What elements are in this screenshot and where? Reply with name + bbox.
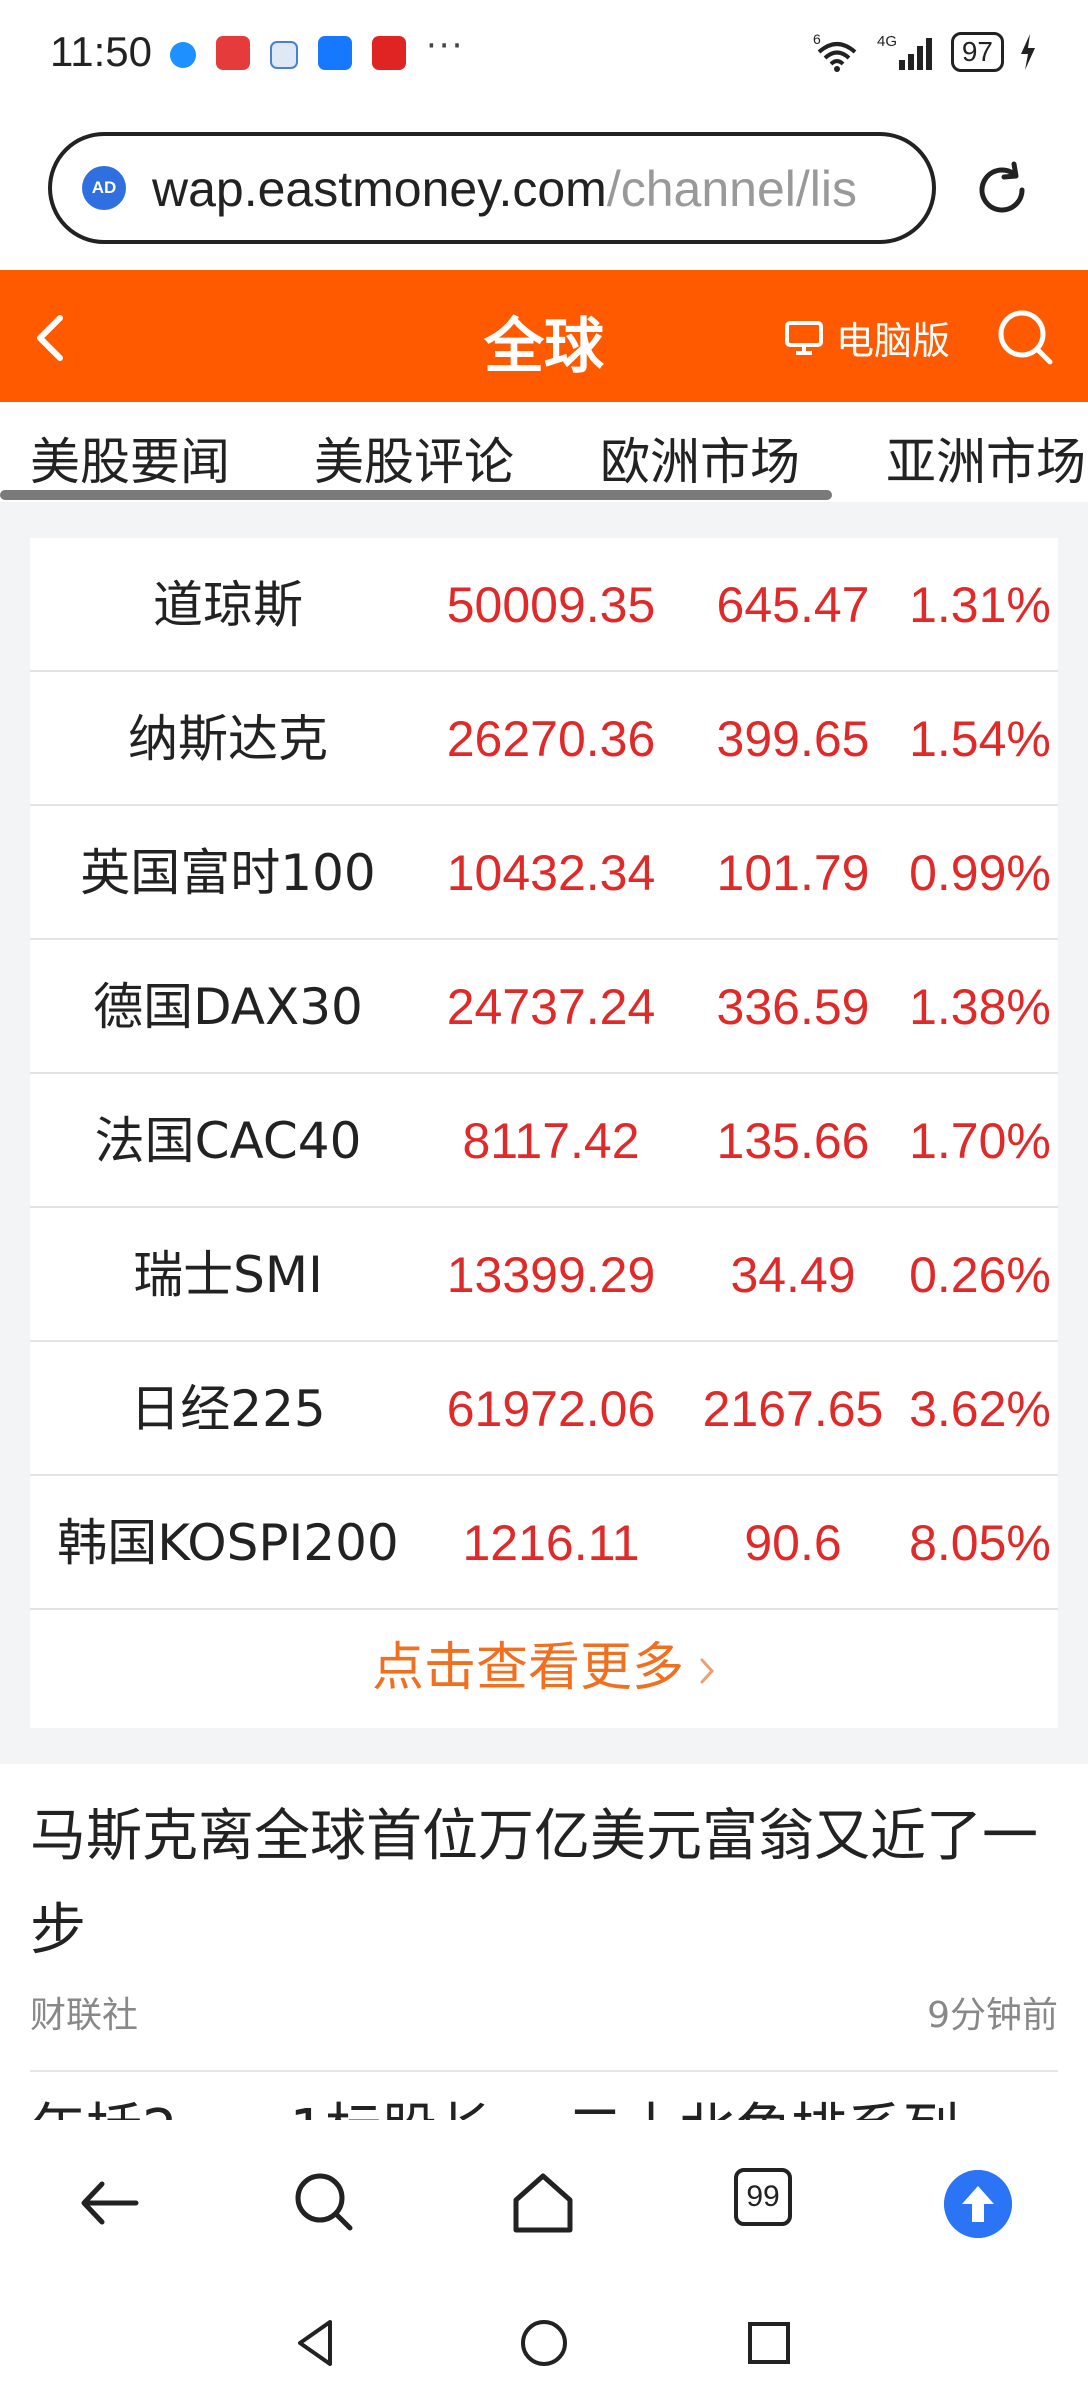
refresh-icon[interactable] (970, 158, 1034, 222)
index-price: 1216.11 (462, 1515, 640, 1571)
app-header: 全球 电脑版 (0, 270, 1088, 402)
global-index-table: 道琼斯 50009.35 645.47 1.31% 纳斯达克 26270.36 … (30, 538, 1058, 1728)
pc-version-label: 电脑版 (836, 319, 951, 363)
index-row[interactable]: 日经225 61972.06 2167.65 3.62% (30, 1342, 1058, 1476)
news-time: 9分钟前 (927, 1995, 1058, 2036)
search-icon[interactable] (290, 2168, 360, 2238)
index-name: 法国CAC40 (94, 1112, 362, 1170)
tab-us-news[interactable]: 美股要闻 (30, 422, 230, 494)
index-change-percent: 8.05% (909, 1515, 1051, 1571)
news-title[interactable]: 马斯克离全球首位万亿美元富翁又近了一步 (30, 1790, 1058, 1978)
cellular-signal-icon: 4G (877, 33, 932, 70)
index-price: 24737.24 (446, 979, 656, 1035)
tab-asia-market[interactable]: 亚洲市场 (886, 422, 1086, 494)
system-navigation-bar (0, 2290, 1088, 2400)
index-price: 26270.36 (446, 711, 656, 767)
wifi-icon: 6 (813, 32, 857, 72)
index-row[interactable]: 道琼斯 50009.35 645.47 1.31% (30, 538, 1058, 672)
index-row[interactable]: 韩国KOSPI200 1216.11 90.6 8.05% (30, 1476, 1058, 1610)
index-change-percent: 1.31% (909, 577, 1051, 633)
news-item[interactable]: 马斯克离全球首位万亿美元富翁又近了一步 财联社 9分钟前 (30, 1790, 1058, 2036)
index-change-percent: 0.26% (909, 1247, 1051, 1303)
index-change: 336.59 (716, 979, 870, 1035)
nav-back-icon[interactable] (290, 2316, 344, 2370)
notification-icons: ··· (170, 26, 464, 70)
battery-indicator: 97 (950, 32, 1004, 72)
view-more-label: 点击查看更多 (371, 1638, 684, 1698)
news-item-partial[interactable]: 年括2……1标股长 一二十北角排系列 (30, 2098, 959, 2120)
monitor-icon (785, 320, 823, 355)
chevron-right-icon (700, 1658, 715, 1684)
index-name: 日经225 (130, 1380, 326, 1438)
alipay-notification-icon (318, 36, 352, 70)
app-notification-icon (170, 42, 196, 68)
index-row[interactable]: 纳斯达克 26270.36 399.65 1.54% (30, 672, 1058, 806)
index-name: 瑞士SMI (133, 1246, 323, 1304)
app-notification-icon (372, 36, 406, 70)
index-change-percent: 0.99% (909, 845, 1051, 901)
index-change: 399.65 (716, 711, 870, 767)
nav-recents-icon[interactable] (742, 2316, 796, 2370)
index-name: 道琼斯 (153, 576, 303, 634)
pc-version-link[interactable]: 电脑版 (784, 310, 950, 365)
tab-europe-market[interactable]: 欧洲市场 (600, 422, 800, 494)
calendar-notification-icon (270, 40, 298, 69)
index-change: 2167.65 (702, 1381, 884, 1437)
network-label: 4G (877, 33, 897, 50)
charging-icon (1021, 34, 1035, 70)
more-notifications-icon: ··· (426, 26, 465, 66)
index-price: 50009.35 (446, 577, 656, 633)
index-name: 韩国KOSPI200 (57, 1514, 399, 1572)
nav-home-icon[interactable] (517, 2316, 571, 2370)
home-icon[interactable] (508, 2168, 578, 2238)
url-path: /channel/lis (606, 161, 857, 217)
url-bar[interactable]: AD wap.eastmoney.com/channel/lis (48, 132, 936, 244)
view-more-link[interactable]: 点击查看更多 (30, 1608, 1058, 1728)
index-price: 10432.34 (446, 845, 656, 901)
news-source: 财联社 (30, 1995, 139, 2036)
index-row[interactable]: 德国DAX30 24737.24 336.59 1.38% (30, 940, 1058, 1074)
index-change-percent: 1.54% (909, 711, 1051, 767)
news-divider (30, 2070, 1058, 2072)
index-name: 英国富时100 (80, 844, 376, 902)
status-bar: 11:50 ··· 6 4G 97 (0, 0, 1088, 110)
index-change: 90.6 (744, 1515, 842, 1571)
index-change-percent: 1.38% (909, 979, 1051, 1035)
index-change: 135.66 (716, 1113, 870, 1169)
ad-block-icon[interactable]: AD (82, 166, 126, 210)
upload-icon[interactable] (944, 2170, 1012, 2238)
tab-scroll-indicator (0, 490, 832, 500)
search-icon[interactable] (994, 306, 1056, 368)
back-arrow-icon[interactable] (74, 2168, 144, 2238)
index-price: 8117.42 (462, 1113, 640, 1169)
index-change: 101.79 (716, 845, 870, 901)
category-tabs: 美股要闻 美股评论 欧洲市场 亚洲市场 (0, 402, 1088, 502)
tab-us-commentary[interactable]: 美股评论 (314, 422, 514, 494)
index-row[interactable]: 英国富时100 10432.34 101.79 0.99% (30, 806, 1058, 940)
index-change-percent: 3.62% (909, 1381, 1051, 1437)
browser-toolbar: 99 (0, 2120, 1088, 2290)
index-price: 61972.06 (446, 1381, 656, 1437)
signal-label: 6 (813, 32, 821, 47)
status-time: 11:50 (50, 28, 152, 75)
status-right: 6 4G 97 (811, 32, 1038, 72)
news-meta: 财联社 9分钟前 (30, 1986, 1058, 2036)
index-change: 34.49 (730, 1247, 856, 1303)
url-host: wap.eastmoney.com (152, 161, 607, 217)
news-title-partial: 年括2……1标股长 一二十北角排系列 (30, 2098, 959, 2120)
tabs-count-button[interactable]: 99 (734, 2168, 792, 2226)
index-row[interactable]: 瑞士SMI 13399.29 34.49 0.26% (30, 1208, 1058, 1342)
index-change-percent: 1.70% (909, 1113, 1051, 1169)
index-change: 645.47 (716, 577, 870, 633)
app-notification-icon (216, 36, 250, 70)
index-row[interactable]: 法国CAC40 8117.42 135.66 1.70% (30, 1074, 1058, 1208)
url-text[interactable]: wap.eastmoney.com/channel/lis (152, 160, 922, 218)
index-price: 13399.29 (446, 1247, 656, 1303)
index-name: 纳斯达克 (128, 710, 328, 768)
index-name: 德国DAX30 (93, 978, 363, 1036)
